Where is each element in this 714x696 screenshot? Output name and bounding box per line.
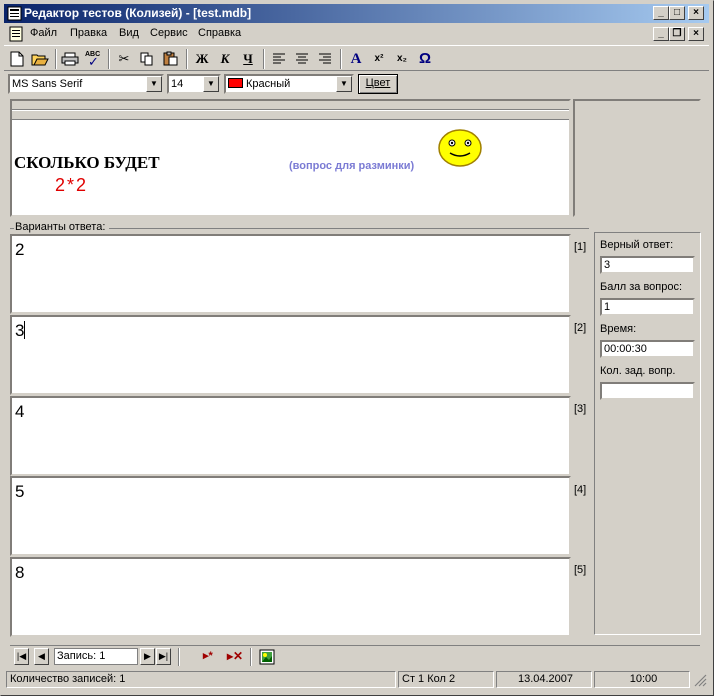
record-navigator: |◀ ◀ Запись: 1 ▶ ▶| ▸* ▸✕: [10, 645, 700, 667]
mdi-close-button[interactable]: ×: [688, 27, 704, 41]
status-position: Ст 1 Кол 2: [398, 671, 494, 688]
close-button[interactable]: ×: [688, 6, 704, 20]
status-date: 13.04.2007: [496, 671, 592, 688]
copy-icon[interactable]: [136, 49, 158, 69]
color-button[interactable]: Цвет: [358, 74, 398, 94]
question-hint: (вопрос для разминки): [289, 160, 415, 172]
answer-number-1: [1]: [574, 241, 587, 253]
underline-button[interactable]: Ч: [237, 49, 259, 69]
question-count-field[interactable]: [600, 382, 695, 400]
chevron-down-icon[interactable]: ▼: [336, 76, 352, 92]
print-icon[interactable]: [59, 49, 81, 69]
first-record-button[interactable]: |◀: [14, 648, 29, 665]
mdi-minimize-button[interactable]: _: [653, 27, 669, 41]
subscript-icon[interactable]: x₂: [391, 49, 413, 69]
next-record-button[interactable]: ▶: [140, 648, 155, 665]
answer-number-3: [3]: [574, 403, 587, 415]
status-bar: Количество записей: 1 Ст 1 Кол 2 13.04.2…: [4, 670, 709, 689]
maximize-button[interactable]: □: [669, 6, 685, 20]
font-size-select[interactable]: 14 ▼: [167, 74, 221, 94]
time-field[interactable]: 00:00:30: [600, 340, 695, 358]
color-value: Красный: [246, 78, 291, 90]
minimize-button[interactable]: _: [653, 6, 669, 20]
menu-bar: Файл Правка Вид Сервис Справка _ ❐ ×: [4, 24, 709, 44]
menu-help[interactable]: Справка: [198, 27, 241, 39]
last-record-button[interactable]: ▶|: [156, 648, 171, 665]
window-title: Редактор тестов (Колизей) - [test.mdb]: [24, 6, 252, 20]
symbol-icon[interactable]: Ω: [414, 49, 436, 69]
ruler-bottom: [12, 111, 569, 120]
superscript-icon[interactable]: x²: [368, 49, 390, 69]
font-size-value: 14: [171, 78, 184, 90]
chevron-down-icon[interactable]: ▼: [146, 76, 162, 92]
cut-icon[interactable]: ✂: [113, 49, 135, 69]
correct-answer-field[interactable]: 3: [600, 256, 695, 274]
align-center-icon[interactable]: [291, 49, 313, 69]
italic-button[interactable]: К: [214, 49, 236, 69]
question-expression: 2*2: [55, 175, 89, 195]
answer-field-5[interactable]: 8: [10, 557, 571, 637]
text-cursor: [24, 321, 26, 339]
answer-number-5: [5]: [574, 564, 587, 576]
question-properties: Верный ответ: 3 Балл за вопрос: 1 Время:…: [594, 232, 701, 635]
resize-grip-icon[interactable]: [694, 674, 707, 687]
font-name-select[interactable]: MS Sans Serif ▼: [8, 74, 164, 94]
answer-field-3[interactable]: 4: [10, 396, 571, 476]
new-document-icon[interactable]: [6, 49, 28, 69]
new-record-icon[interactable]: ▸*: [203, 649, 223, 665]
score-field[interactable]: 1: [600, 298, 695, 316]
prev-record-button[interactable]: ◀: [34, 648, 49, 665]
record-field[interactable]: Запись: 1: [54, 648, 138, 665]
delete-record-icon[interactable]: ▸✕: [227, 649, 247, 665]
status-record-count: Количество записей: 1: [6, 671, 396, 688]
answer-number-2: [2]: [574, 322, 587, 334]
answer-number-4: [4]: [574, 484, 587, 496]
question-text: СКОЛЬКО БУДЕТ: [14, 153, 160, 172]
align-right-icon[interactable]: [314, 49, 336, 69]
correct-answer-label: Верный ответ:: [600, 239, 674, 251]
paste-icon[interactable]: [159, 49, 181, 69]
answers-label: Варианты ответа:: [15, 221, 106, 233]
color-button-label: Цвет: [365, 77, 391, 89]
answer-text-2: 3: [15, 321, 25, 340]
title-bar[interactable]: Редактор тестов (Колизей) - [test.mdb] _…: [4, 4, 709, 23]
picture-icon[interactable]: [259, 649, 275, 665]
align-left-icon[interactable]: [268, 49, 290, 69]
menu-edit[interactable]: Правка: [70, 27, 107, 39]
standard-toolbar: ABC ✓ ✂ Ж К Ч A x² x₂ Ω: [4, 45, 709, 71]
image-panel[interactable]: [573, 99, 701, 217]
format-toolbar: MS Sans Serif ▼ 14 ▼ Красный ▼ Цвет: [4, 72, 709, 96]
answer-field-4[interactable]: 5: [10, 476, 571, 556]
menu-view[interactable]: Вид: [119, 27, 139, 39]
answer-field-1[interactable]: 2: [10, 234, 571, 314]
mdi-restore-button[interactable]: ❐: [669, 27, 685, 41]
ruler-top: [12, 101, 569, 110]
font-name-value: MS Sans Serif: [12, 78, 83, 90]
spellcheck-icon[interactable]: ABC ✓: [82, 49, 104, 69]
chevron-down-icon[interactable]: ▼: [203, 76, 219, 92]
score-label: Балл за вопрос:: [600, 281, 683, 293]
color-select[interactable]: Красный ▼: [224, 74, 354, 94]
open-folder-icon[interactable]: [29, 49, 51, 69]
bold-button[interactable]: Ж: [191, 49, 213, 69]
color-swatch: [228, 78, 243, 88]
question-count-label: Кол. зад. вопр.: [600, 365, 676, 377]
menu-file[interactable]: Файл: [30, 27, 57, 39]
document-icon[interactable]: [8, 26, 24, 42]
status-time: 10:00: [594, 671, 690, 688]
menu-service[interactable]: Сервис: [150, 27, 188, 39]
smiley-icon: [438, 129, 482, 167]
time-label: Время:: [600, 323, 637, 335]
font-color-icon[interactable]: A: [345, 49, 367, 69]
app-icon: [7, 6, 22, 21]
app-window: Редактор тестов (Колизей) - [test.mdb] _…: [0, 0, 714, 696]
question-editor[interactable]: СКОЛЬКО БУДЕТ 2*2 (вопрос для разминки): [10, 99, 571, 217]
answer-field-2[interactable]: 3: [10, 315, 571, 395]
